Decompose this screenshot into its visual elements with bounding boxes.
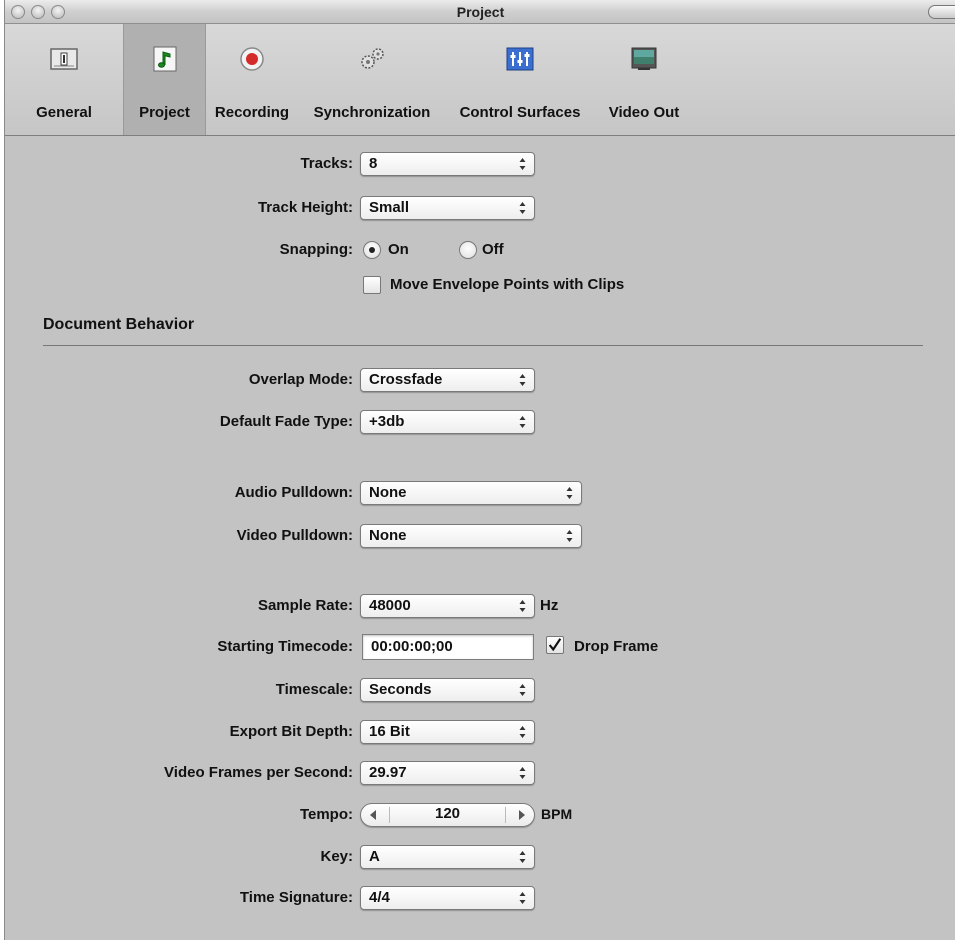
video-pulldown-value: None [369,527,407,544]
preferences-toolbar: General Project Recording Synchronizatio… [5,24,955,136]
stepper-separator [505,807,506,823]
updown-arrows-icon [519,600,526,612]
tempo-increment-arrow-icon[interactable] [519,810,525,820]
updown-arrows-icon [566,530,573,542]
audio-pulldown-popup[interactable]: None [360,481,582,505]
time-signature-value: 4/4 [369,889,390,906]
tab-project-label: Project [139,104,190,121]
overlap-mode-value: Crossfade [369,371,443,388]
record-icon [240,47,264,71]
overlap-mode-label: Overlap Mode: [248,371,353,388]
tab-video-out-label: Video Out [608,104,680,121]
updown-arrows-icon [519,416,526,428]
sample-rate-label: Sample Rate: [257,597,353,614]
tab-control-surfaces-label: Control Surfaces [459,104,581,121]
toolbar-toggle-button[interactable] [928,5,955,19]
video-pulldown-popup[interactable]: None [360,524,582,548]
tab-video-out[interactable]: Video Out [594,24,694,135]
updown-arrows-icon [519,202,526,214]
updown-arrows-icon [519,726,526,738]
preferences-window: Project General Project Recording Synchr… [4,0,955,940]
overlap-mode-popup[interactable]: Crossfade [360,368,535,392]
updown-arrows-icon [519,684,526,696]
updown-arrows-icon [566,487,573,499]
default-fade-type-label: Default Fade Type: [219,413,353,430]
video-pulldown-label: Video Pulldown: [236,527,353,544]
time-signature-label: Time Signature: [239,889,353,906]
timescale-popup[interactable]: Seconds [360,678,535,702]
default-fade-type-value: +3db [369,413,405,430]
move-envelope-checkbox[interactable] [363,276,381,294]
tracks-popup[interactable]: 8 [360,152,535,176]
export-bit-depth-popup[interactable]: 16 Bit [360,720,535,744]
timescale-value: Seconds [369,681,432,698]
tab-general[interactable]: General [5,24,123,135]
key-popup[interactable]: A [360,845,535,869]
tab-control-surfaces[interactable]: Control Surfaces [446,24,594,135]
tab-synchronization-label: Synchronization [313,104,431,121]
monitor-icon [631,47,657,70]
move-envelope-label[interactable]: Move Envelope Points with Clips [390,276,624,293]
tempo-stepper[interactable]: 120 [360,803,535,827]
general-icon [50,48,78,70]
audio-pulldown-value: None [369,484,407,501]
video-fps-label: Video Frames per Second: [164,764,353,781]
drop-frame-checkbox[interactable] [546,636,564,654]
snapping-on-label[interactable]: On [388,241,409,258]
timescale-label: Timescale: [275,681,353,698]
track-height-value: Small [369,199,410,216]
sample-rate-value: 48000 [369,597,411,614]
sample-rate-popup[interactable]: 48000 [360,594,535,618]
tempo-unit: BPM [541,806,573,822]
snapping-on-radio[interactable] [363,241,381,259]
track-height-popup[interactable]: Small [360,196,535,220]
updown-arrows-icon [519,851,526,863]
default-fade-type-popup[interactable]: +3db [360,410,535,434]
drop-frame-label[interactable]: Drop Frame [574,638,658,655]
updown-arrows-icon [519,374,526,386]
snapping-off-label[interactable]: Off [482,241,504,258]
mixer-icon [506,47,534,71]
tab-project[interactable]: Project [123,24,206,135]
tab-recording[interactable]: Recording [206,24,298,135]
radio-selected-dot [369,247,375,253]
tracks-label: Tracks: [300,155,353,172]
sample-rate-unit: Hz [540,597,559,614]
updown-arrows-icon [519,892,526,904]
tempo-label: Tempo: [299,806,353,823]
audio-pulldown-label: Audio Pulldown: [234,484,353,501]
project-settings-pane: Tracks: 8 Track Height: Small Snapping: … [5,136,955,940]
starting-timecode-field[interactable]: 00:00:00;00 [362,634,534,660]
title-bar[interactable]: Project [5,0,955,24]
snapping-label: Snapping: [279,241,353,258]
key-value: A [369,848,380,865]
export-bit-depth-label: Export Bit Depth: [229,723,353,740]
checkmark-icon [548,638,562,652]
track-height-label: Track Height: [257,199,353,216]
tab-general-label: General [36,104,92,121]
section-divider [43,345,923,346]
music-note-icon [153,46,176,72]
video-fps-value: 29.97 [369,764,407,781]
gears-icon [361,48,384,69]
tab-recording-label: Recording [214,104,290,121]
window-title: Project [456,4,505,20]
updown-arrows-icon [519,158,526,170]
tab-synchronization[interactable]: Synchronization [298,24,446,135]
tracks-value: 8 [369,155,378,172]
export-bit-depth-value: 16 Bit [369,723,410,740]
key-label: Key: [320,848,353,865]
snapping-off-radio[interactable] [459,241,477,259]
video-fps-popup[interactable]: 29.97 [360,761,535,785]
updown-arrows-icon [519,767,526,779]
document-behavior-heading: Document Behavior [43,316,195,333]
time-signature-popup[interactable]: 4/4 [360,886,535,910]
starting-timecode-label: Starting Timecode: [217,638,353,655]
tempo-value: 120 [434,805,461,822]
